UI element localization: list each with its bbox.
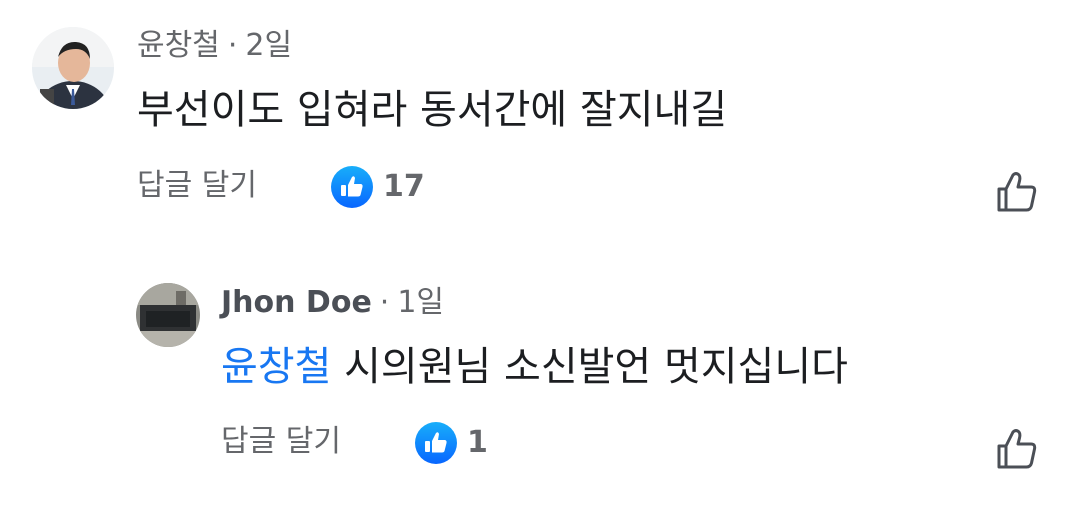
avatar-photo [32, 27, 114, 109]
reply-body: 시의원님 소신발언 멋지십니다 [331, 344, 848, 390]
like-outline-icon [997, 172, 1037, 212]
like-reaction-icon [331, 166, 373, 208]
meta-separator: · [379, 285, 390, 320]
author-name[interactable]: Jhon Doe [221, 285, 372, 320]
comment-text: 부선이도 입혀라 동서간에 잘지내길 [137, 87, 728, 133]
like-count: 1 [467, 425, 488, 460]
like-button[interactable] [995, 170, 1039, 218]
reply-button[interactable]: 답글 달기 [221, 424, 341, 460]
reaction-summary[interactable]: 17 [331, 166, 425, 208]
meta-separator: · [227, 28, 238, 63]
like-outline-icon [997, 429, 1037, 469]
author-name[interactable]: 윤창철 [137, 28, 220, 63]
reply-meta: Jhon Doe · 1일 [221, 285, 444, 321]
timestamp[interactable]: 2일 [245, 28, 292, 63]
mention-link[interactable]: 윤창철 [221, 344, 331, 390]
avatar[interactable] [136, 283, 200, 347]
avatar-photo [136, 283, 200, 347]
like-button[interactable] [995, 427, 1039, 475]
avatar[interactable] [32, 27, 114, 109]
reply-text: 윤창철 시의원님 소신발언 멋지십니다 [221, 343, 848, 391]
reply-button[interactable]: 답글 달기 [137, 168, 257, 204]
like-reaction-icon [415, 422, 457, 464]
reaction-summary[interactable]: 1 [415, 422, 488, 464]
comment-meta: 윤창철 · 2일 [137, 28, 292, 64]
like-count: 17 [383, 169, 425, 204]
timestamp[interactable]: 1일 [397, 285, 444, 320]
